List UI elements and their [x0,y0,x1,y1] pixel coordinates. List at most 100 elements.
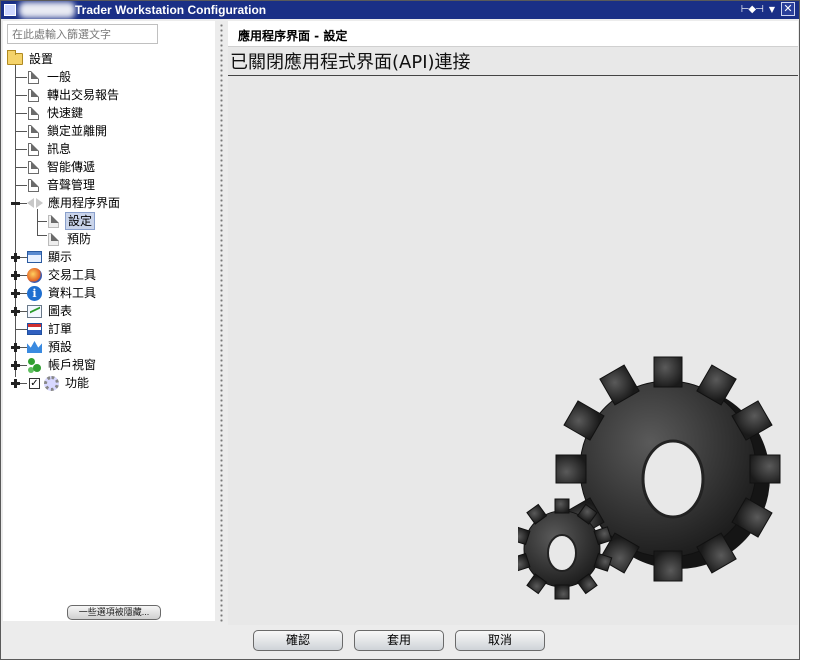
tree-connector [15,149,27,150]
tree-item-label: 應用程序界面 [48,196,121,210]
tree-connector [15,131,27,132]
tree-connector [37,221,47,222]
tree-item-smart-routing[interactable]: 智能傳遞 [27,158,97,176]
tree-item-presets[interactable]: 預設 [27,338,74,356]
close-button[interactable]: ✕ [781,2,795,16]
tree-item-features[interactable]: ✓ 功能 [29,374,91,392]
tree-item-label: 設定 [65,212,96,230]
settings-tree: 設置 一般 轉出交易報告 快速鍵 鎖定並離開 訊息 智能傳遞 音聲管理 應用程序… [3,49,215,609]
tree-connector [37,235,47,236]
tree-connector [20,365,27,366]
document-icon [28,70,39,84]
display-window-icon [27,251,42,263]
tree-item-hotkeys[interactable]: 快速鍵 [27,104,85,122]
tree-item-orders[interactable]: 訂單 [27,320,74,338]
pin-icon[interactable]: ⊢◆⊣ [741,4,764,15]
window-title: Trader Workstation Configuration [75,3,267,17]
tree-connector [37,209,38,235]
tree-connector [20,293,27,294]
checkbox-checked-icon[interactable]: ✓ [29,377,40,389]
tree-item-label: 快速鍵 [47,106,84,120]
panel-header: 應用程序界面 - 設定 [228,21,798,47]
tree-item-label: 智能傳遞 [47,160,96,174]
tree-connector [20,383,27,384]
folder-open-icon [7,50,23,65]
tree-item-sound-manager[interactable]: 音聲管理 [27,176,97,194]
tree-item-data-tools[interactable]: i 資料工具 [27,284,98,302]
tree-item-label: 訂單 [48,322,73,336]
tree-root-label: 設置 [29,52,54,66]
hidden-options-button[interactable]: 一些選項被隱藏... [67,605,161,620]
title-controls: ⊢◆⊣ ▼ ✕ [741,2,795,16]
expand-icon[interactable] [11,379,20,388]
tree-item-label: 鎖定並離開 [47,124,108,138]
tree-item-api-precautions[interactable]: 預防 [47,230,93,248]
tree-root[interactable]: 設置 [7,50,55,68]
tree-item-api-settings[interactable]: 設定 [47,212,96,230]
document-icon [28,178,39,192]
expand-icon[interactable] [11,253,20,262]
trading-tools-icon [27,267,42,283]
tree-item-lock-exit[interactable]: 鎖定並離開 [27,122,109,140]
settings-tree-panel: 設置 一般 轉出交易報告 快速鍵 鎖定 [3,21,215,621]
tree-connector [15,167,27,168]
tree-item-label: 資料工具 [48,286,97,300]
tree-item-label: 圖表 [48,304,73,318]
tree-connector [20,311,27,312]
collapse-icon[interactable] [11,199,20,208]
document-icon [28,142,39,156]
tree-item-trade-report[interactable]: 轉出交易報告 [27,86,121,104]
tree-connector [20,347,27,348]
tree-item-label: 功能 [65,376,90,390]
tree-item-label: 音聲管理 [47,178,96,192]
tree-item-api[interactable]: 應用程序界面 [27,194,122,212]
api-status-heading: 已關閉應用程式界面(API)連接 [228,50,798,76]
tree-item-display[interactable]: 顯示 [27,248,74,266]
account-icon [27,358,42,372]
tree-item-charts[interactable]: 圖表 [27,302,74,320]
tree-connector [15,113,27,114]
tree-item-label: 交易工具 [48,268,97,282]
tree-item-label: 訊息 [47,142,72,156]
title-bar[interactable]: Trader Workstation Configuration ⊢◆⊣ ▼ ✕ [1,1,799,19]
tree-item-trading-tools[interactable]: 交易工具 [27,266,98,284]
tree-item-label: 轉出交易報告 [47,88,120,102]
expand-icon[interactable] [11,289,20,298]
expand-icon[interactable] [11,361,20,370]
gear-icon [44,375,59,391]
crown-icon [27,341,42,353]
dropdown-arrow-icon[interactable]: ▼ [769,5,775,14]
apply-button[interactable]: 套用 [354,630,444,651]
cancel-button[interactable]: 取消 [455,630,545,651]
tree-item-label: 預設 [48,340,73,354]
tree-item-label: 帳戶視窗 [48,358,97,372]
tree-item-messages[interactable]: 訊息 [27,140,73,158]
gears-illustration [518,356,781,600]
document-icon [28,160,39,174]
tree-connector [15,95,27,96]
tree-connector [15,77,27,78]
line-chart-icon [27,304,42,318]
redacted-title-prefix [19,2,75,18]
tree-connector [15,65,16,377]
api-arrows-icon [27,198,43,208]
panel-splitter[interactable] [220,23,223,623]
tree-item-label: 一般 [47,70,72,84]
panel-title: 應用程序界面 - 設定 [238,29,348,43]
expand-icon[interactable] [11,343,20,352]
tree-item-label: 顯示 [48,250,73,264]
config-window: Trader Workstation Configuration ⊢◆⊣ ▼ ✕… [0,0,800,660]
ok-button[interactable]: 確認 [253,630,343,651]
document-icon [28,88,39,102]
tree-connector [20,275,27,276]
tree-connector [20,257,27,258]
tree-item-general[interactable]: 一般 [27,68,73,86]
settings-content-panel: 應用程序界面 - 設定 已關閉應用程式界面(API)連接 [228,21,798,625]
app-icon [4,4,16,16]
tree-item-account-window[interactable]: 帳戶視窗 [27,356,98,374]
tree-connector [15,185,27,186]
document-icon [28,124,39,138]
expand-icon[interactable] [11,271,20,280]
filter-search-input[interactable] [7,24,158,44]
expand-icon[interactable] [11,307,20,316]
